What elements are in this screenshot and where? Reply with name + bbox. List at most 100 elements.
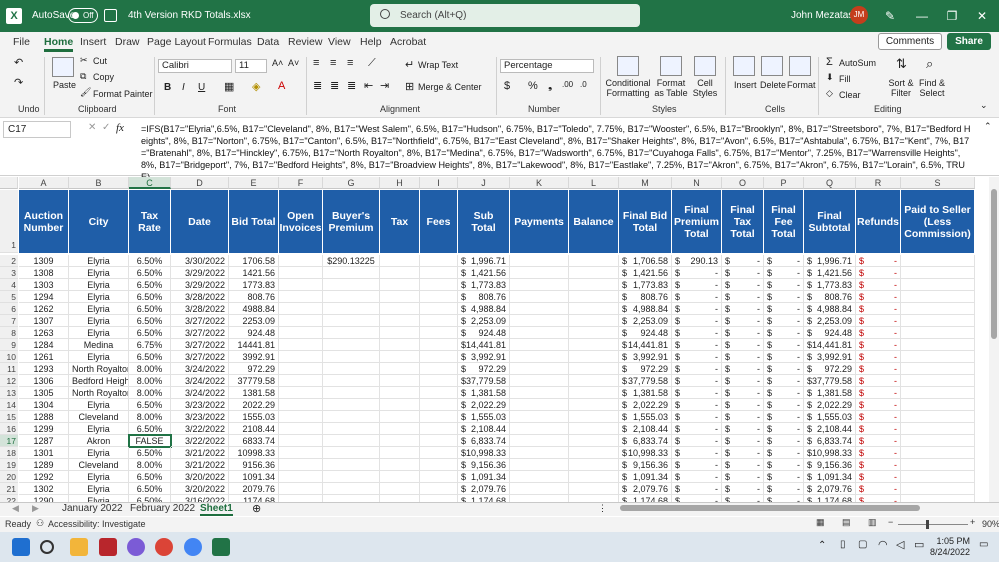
cell-k[interactable] <box>510 483 569 495</box>
cell-f[interactable] <box>279 303 323 315</box>
tab-file[interactable]: File <box>13 36 30 48</box>
page-layout-view-icon[interactable]: ▤ <box>842 517 851 528</box>
cell-f[interactable] <box>279 315 323 327</box>
column-header-q[interactable]: Q <box>804 177 856 189</box>
cell-f[interactable] <box>279 483 323 495</box>
column-header-c[interactable]: C <box>129 177 171 189</box>
cell-h[interactable] <box>380 255 420 267</box>
cell-i[interactable] <box>420 303 458 315</box>
cell-c[interactable]: 6.50% <box>129 267 171 279</box>
cell-n[interactable]: $ - <box>672 399 722 411</box>
cell-a[interactable]: 1299 <box>19 423 69 435</box>
cell-r[interactable]: $ - <box>856 291 901 303</box>
cell-k[interactable] <box>510 411 569 423</box>
horizontal-scroll-thumb[interactable] <box>620 505 920 511</box>
cell-p[interactable]: $ - <box>764 315 804 327</box>
column-header-i[interactable]: I <box>420 177 458 189</box>
cell-a[interactable]: 1308 <box>19 267 69 279</box>
cell-o[interactable]: $ - <box>722 315 764 327</box>
font-color-icon[interactable]: A <box>278 80 285 92</box>
cell-d[interactable]: 3/20/2022 <box>171 483 229 495</box>
cell-s[interactable] <box>901 363 975 375</box>
cell-d[interactable]: 3/28/2022 <box>171 303 229 315</box>
cell-m[interactable]: $6,833.74 <box>619 435 672 447</box>
cell-g[interactable] <box>323 423 380 435</box>
cell-d[interactable]: 3/29/2022 <box>171 267 229 279</box>
cell-i[interactable] <box>420 255 458 267</box>
sort-filter-icon[interactable]: ⇅ <box>896 56 907 72</box>
cell-n[interactable]: $ - <box>672 339 722 351</box>
enter-icon[interactable]: ✓ <box>102 122 110 133</box>
cell-o[interactable]: $ - <box>722 291 764 303</box>
cell-i[interactable] <box>420 279 458 291</box>
cell-k[interactable] <box>510 291 569 303</box>
column-header-r[interactable]: R <box>856 177 901 189</box>
font-name-select[interactable]: Calibri <box>158 59 232 73</box>
cell-l[interactable] <box>569 483 619 495</box>
insert-cells-icon[interactable] <box>733 56 755 76</box>
cell-m[interactable]: $2,079.76 <box>619 483 672 495</box>
cell-d[interactable]: 3/21/2022 <box>171 459 229 471</box>
table-header-a[interactable]: Auction Number <box>19 190 69 253</box>
cell-m[interactable]: $9,156.36 <box>619 459 672 471</box>
cell-f[interactable] <box>279 351 323 363</box>
cell-s[interactable] <box>901 471 975 483</box>
cell-p[interactable]: $ - <box>764 327 804 339</box>
cell-d[interactable]: 3/27/2022 <box>171 327 229 339</box>
cell-s[interactable] <box>901 435 975 447</box>
cell-g[interactable] <box>323 351 380 363</box>
cell-p[interactable]: $ - <box>764 447 804 459</box>
cell-k[interactable] <box>510 375 569 387</box>
cell-b[interactable]: Cleveland <box>69 459 129 471</box>
cell-e[interactable]: 4988.84 <box>229 303 279 315</box>
decrease-indent-icon[interactable]: ⇤ <box>364 79 373 92</box>
currency-icon[interactable]: $ <box>504 80 510 92</box>
format-as-table-icon[interactable] <box>660 56 682 76</box>
vertical-scrollbar[interactable] <box>989 177 999 502</box>
cell-j[interactable]: $924.48 <box>458 327 510 339</box>
cell-a[interactable]: 1301 <box>19 447 69 459</box>
cell-e[interactable]: 10998.33 <box>229 447 279 459</box>
cell-c[interactable]: 6.50% <box>129 255 171 267</box>
cell-f[interactable] <box>279 459 323 471</box>
cell-q[interactable]: $1,091.34 <box>804 471 856 483</box>
cell-k[interactable] <box>510 327 569 339</box>
table-header-f[interactable]: Open Invoices <box>279 190 323 253</box>
cell-o[interactable]: $ - <box>722 375 764 387</box>
row-header[interactable]: 21 <box>0 483 18 495</box>
cell-i[interactable] <box>420 315 458 327</box>
zoom-in-icon[interactable]: + <box>970 517 975 527</box>
row-header[interactable]: 9 <box>0 339 18 351</box>
cell-n[interactable]: $ - <box>672 459 722 471</box>
cell-j[interactable]: $37,779.58 <box>458 375 510 387</box>
cell-h[interactable] <box>380 315 420 327</box>
formula-expand-icon[interactable]: ⌃ <box>984 121 992 132</box>
cell-k[interactable] <box>510 351 569 363</box>
cell-o[interactable]: $ - <box>722 279 764 291</box>
cell-j[interactable]: $1,773.83 <box>458 279 510 291</box>
cell-l[interactable] <box>569 327 619 339</box>
cell-l[interactable] <box>569 279 619 291</box>
cell-r[interactable]: $ - <box>856 303 901 315</box>
cell-q[interactable]: $1,381.58 <box>804 387 856 399</box>
cell-i[interactable] <box>420 447 458 459</box>
cell-g[interactable] <box>323 387 380 399</box>
cell-n[interactable]: $ - <box>672 351 722 363</box>
cell-k[interactable] <box>510 279 569 291</box>
cell-m[interactable]: $2,022.29 <box>619 399 672 411</box>
zoom-slider-thumb[interactable] <box>926 520 929 529</box>
column-header-a[interactable]: A <box>19 177 69 189</box>
cell-o[interactable]: $ - <box>722 411 764 423</box>
cell-k[interactable] <box>510 447 569 459</box>
cell-a[interactable]: 1288 <box>19 411 69 423</box>
column-header-s[interactable]: S <box>901 177 975 189</box>
wifi-icon[interactable]: ◠ <box>878 538 888 551</box>
cell-o[interactable]: $ - <box>722 387 764 399</box>
chrome-icon[interactable] <box>155 538 173 556</box>
cell-s[interactable] <box>901 399 975 411</box>
cell-k[interactable] <box>510 339 569 351</box>
cell-n[interactable]: $ - <box>672 447 722 459</box>
fill-button[interactable]: Fill <box>839 74 851 84</box>
redo-icon[interactable]: ↷ <box>14 76 23 89</box>
cell-k[interactable] <box>510 435 569 447</box>
